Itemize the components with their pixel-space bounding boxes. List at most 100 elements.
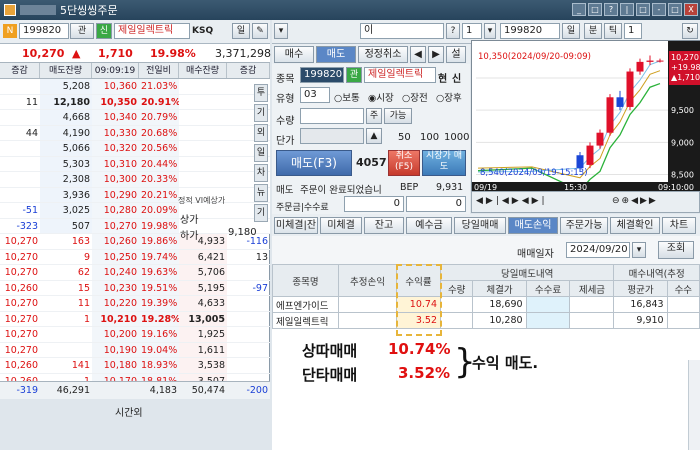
ask-row[interactable]: 2,308 10,300 20.33% [0, 172, 270, 188]
search-button[interactable]: 조회 [658, 241, 694, 259]
kwan-icon[interactable]: 관 [346, 67, 362, 83]
table-row[interactable]: 제일일렉트릭 3.52 10,280 9,910 [272, 312, 700, 329]
account-input[interactable]: 이 [360, 23, 444, 39]
bid-row[interactable]: 10,270 10,190 19.04% 1,611 [0, 342, 270, 358]
prev-icon[interactable]: ◀ [410, 46, 426, 63]
window-btn[interactable]: □ [636, 3, 650, 16]
available-button[interactable]: 가능 [384, 108, 412, 124]
bid-row[interactable]: 10,270 1 10,210 19.28% 13,005 [0, 311, 270, 327]
tab-modify-cancel[interactable]: 정정취소 [358, 46, 408, 63]
qty-1000[interactable]: 1000 [444, 132, 469, 143]
minute-chart-button[interactable]: 분 [584, 23, 602, 39]
radio-pre[interactable]: ○장전 [402, 90, 428, 104]
radio-market[interactable]: ◉시장 [368, 90, 394, 104]
window-btn[interactable]: □ [588, 3, 602, 16]
qty-50[interactable]: 50 [398, 132, 411, 143]
side-tab[interactable]: 기 [254, 104, 268, 122]
type-select[interactable]: 03 [300, 87, 330, 103]
ask-row[interactable]: 44 4,190 10,330 20.68% [0, 125, 270, 141]
qty-100[interactable]: 100 [420, 132, 439, 143]
ask-row[interactable]: 11 12,180 10,350 20.91% [0, 94, 270, 110]
side-tab[interactable]: 차 [254, 164, 268, 182]
zoom-icons[interactable]: ⊖⊕◀▶▶ [612, 196, 658, 206]
tab-chart[interactable]: 차트 [662, 217, 696, 234]
close-button[interactable]: X [684, 3, 698, 16]
order-message: 주문이 완료되었습니 [300, 185, 382, 196]
ju-button[interactable]: 주 [366, 108, 382, 124]
radio-normal[interactable]: ○보통 [334, 90, 360, 104]
side-tab[interactable]: 뉴 [254, 184, 268, 202]
window-btn[interactable]: _ [572, 3, 586, 16]
tab-fill-check[interactable]: 체결확인 [610, 217, 660, 234]
tab-sell-pnl[interactable]: 매도손익 [508, 217, 558, 234]
price-input[interactable] [300, 128, 364, 144]
sell-f3-button[interactable]: 매도(F3) [276, 150, 352, 176]
tab-sell[interactable]: 매도 [316, 46, 356, 63]
price-stepper[interactable]: ▲ [366, 128, 382, 144]
tick-chart-button[interactable]: 틱 [604, 23, 622, 39]
order-tabs: 매수 매도 정정취소 ◀ ▶ 설 [272, 44, 470, 64]
tab-buy[interactable]: 매수 [274, 46, 314, 63]
market-sell-button[interactable]: 시장가 매도 [422, 150, 466, 176]
window-btn[interactable]: □ [668, 3, 682, 16]
ask-row[interactable]: -51 3,025 10,280 20.09% [0, 203, 270, 219]
bid-row[interactable]: 10,270 10,200 19.16% 1,925 [0, 327, 270, 343]
n-icon[interactable]: N [3, 24, 17, 38]
ask-row[interactable]: 5,066 10,320 20.56% [0, 141, 270, 157]
qty-input[interactable] [300, 108, 364, 124]
price-chart[interactable]: 10,0009,5009,0008,50010,350(2024/09/20-0… [471, 40, 700, 192]
stock-code-input[interactable]: 199820 [19, 23, 69, 39]
candle-body [616, 97, 624, 107]
chart-code-input[interactable]: 199820 [500, 23, 560, 39]
bid-row[interactable]: 10,260 15 10,230 19.51% 5,195 -97 [0, 280, 270, 296]
window-btn[interactable]: ? [604, 3, 618, 16]
ask-row[interactable]: 3,936 10,290 20.21% [0, 187, 270, 203]
ask-row[interactable]: 5,303 10,310 20.44% [0, 156, 270, 172]
tab-available[interactable]: 주문가능 [560, 217, 608, 234]
bid-row[interactable]: 10,260 141 10,180 18.93% 3,538 [0, 358, 270, 374]
tab-deposit[interactable]: 예수금 [406, 217, 452, 234]
tab-unfilled[interactable]: 미체결 [320, 217, 362, 234]
daily-button[interactable]: 일 [232, 23, 250, 39]
calendar-icon[interactable]: ▾ [632, 242, 646, 258]
settings-button[interactable]: 설 [446, 46, 466, 63]
bid-row[interactable]: 10,270 9 10,250 19.74% 6,421 13 [0, 249, 270, 265]
chart-nav-icons[interactable]: ◀▶|◀▶◀▶| [476, 196, 548, 206]
window-btn[interactable]: - [652, 3, 666, 16]
page-input[interactable]: 1 [462, 23, 482, 39]
y-tick-label: 8,500 [671, 171, 694, 180]
chevron-down-icon[interactable]: ▾ [484, 23, 496, 39]
cell-fee2 [666, 296, 700, 313]
cancel-f5-button[interactable]: 취소(F5) [388, 150, 420, 176]
ob-cell [0, 157, 40, 172]
down-icon[interactable]: ▾ [274, 23, 288, 39]
refresh-icon[interactable]: ↻ [682, 23, 698, 39]
next-icon[interactable]: ▶ [428, 46, 444, 63]
price-tag-text: ▲1,710 [671, 73, 700, 82]
tab-unfilled-balance[interactable]: 미체결|잔 [274, 217, 318, 234]
ask-diff-total: -319 [16, 385, 38, 396]
trade-date-input[interactable]: 2024/09/20 [566, 242, 630, 258]
interval-input[interactable]: 1 [624, 23, 642, 39]
window-btn[interactable]: | [620, 3, 634, 16]
bid-row[interactable]: 10,270 62 10,240 19.63% 5,706 [0, 265, 270, 281]
help-button[interactable]: ? [446, 23, 460, 39]
side-tab[interactable]: 투 [254, 84, 268, 102]
order-code-input[interactable]: 199820 [300, 67, 344, 83]
tab-daytrade[interactable]: 당일매매 [454, 217, 506, 234]
tab-balance[interactable]: 잔고 [364, 217, 404, 234]
kwan-button[interactable]: 관 [70, 23, 94, 39]
table-row[interactable]: 에프엔가이드 10.74 18,690 16,843 [272, 296, 700, 313]
radio-post[interactable]: ○장후 [436, 90, 462, 104]
shin-button[interactable]: 신 [96, 23, 112, 39]
side-tab[interactable]: 외 [254, 124, 268, 142]
side-tab[interactable]: 일 [254, 144, 268, 162]
ask-row[interactable]: 5,208 10,360 21.03% [0, 79, 270, 95]
col-fee2: 수수 [666, 280, 700, 297]
vertical-scrollbar[interactable] [688, 360, 700, 450]
side-tab[interactable]: 기 [254, 204, 268, 222]
tool-icon[interactable]: ✎ [252, 23, 268, 39]
bid-row[interactable]: 10,270 11 10,220 19.39% 4,633 [0, 296, 270, 312]
daily-chart-button[interactable]: 일 [562, 23, 580, 39]
ask-row[interactable]: 4,668 10,340 20.79% [0, 110, 270, 126]
